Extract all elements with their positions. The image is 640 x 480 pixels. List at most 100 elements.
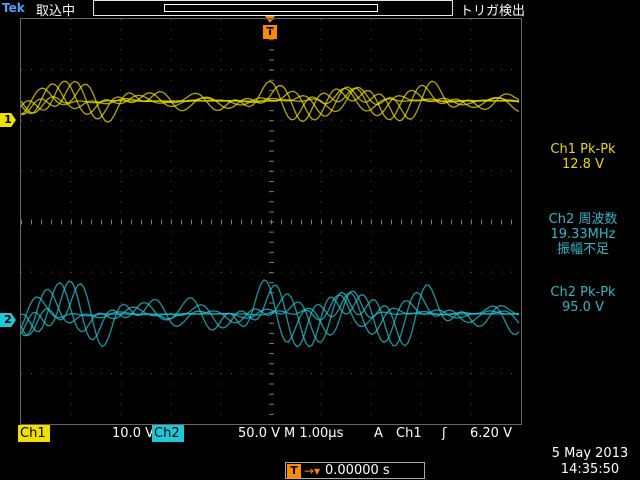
grid-dot — [91, 119, 92, 121]
grid-dot — [120, 332, 122, 334]
grid-dot — [131, 322, 132, 324]
grid-dot — [470, 241, 472, 243]
grid-dot — [470, 231, 472, 233]
grid-dot — [131, 69, 132, 71]
grid-dot — [231, 69, 232, 71]
grid-dot — [120, 201, 122, 203]
grid-dot — [370, 363, 372, 365]
grid-dot — [70, 181, 72, 182]
center-tick — [81, 219, 82, 225]
grid-dot — [120, 363, 122, 365]
grid-dot — [251, 119, 252, 121]
grid-dot — [351, 372, 352, 374]
grid-dot — [441, 322, 442, 324]
grid-dot — [70, 201, 72, 203]
center-tick — [481, 219, 482, 225]
grid-dot — [370, 231, 372, 233]
grid-dot — [41, 170, 42, 172]
grid-dot — [120, 89, 122, 91]
grid-dot — [381, 372, 382, 374]
grid-dot — [120, 343, 122, 344]
grid-dot — [220, 150, 222, 152]
grid-dot — [51, 372, 52, 374]
grid-dot — [431, 119, 432, 121]
grid-dot — [370, 19, 372, 20]
ch2-ground-marker[interactable]: 2 — [0, 313, 16, 327]
grid-dot — [170, 332, 172, 334]
center-tick — [301, 219, 302, 225]
center-tick — [191, 219, 192, 225]
grid-dot — [420, 49, 422, 51]
grid-dot — [370, 140, 372, 142]
grid-dot — [370, 262, 372, 263]
center-tick — [269, 140, 274, 142]
grid-dot — [370, 302, 372, 304]
center-tick — [361, 219, 362, 225]
grid-dot — [411, 322, 412, 324]
grid-dot — [120, 110, 122, 112]
grid-dot — [170, 110, 172, 112]
center-tick — [269, 39, 274, 41]
center-tick — [269, 49, 274, 51]
grid-dot — [61, 322, 62, 324]
center-tick — [461, 219, 462, 225]
grid-dot — [420, 59, 422, 61]
grid-dot — [41, 119, 42, 121]
grid-dot — [21, 322, 22, 324]
grid-dot — [41, 372, 42, 374]
ch1-ground-marker[interactable]: 1 — [0, 113, 16, 127]
grid-dot — [191, 271, 192, 273]
acquisition-status: 取込中 — [36, 4, 76, 19]
grid-dot — [170, 150, 172, 152]
grid-dot — [470, 403, 472, 405]
grid-dot — [201, 69, 202, 71]
center-tick — [269, 413, 274, 415]
grid-dot — [320, 332, 322, 334]
grid-dot — [371, 170, 372, 172]
grid-dot — [220, 211, 222, 213]
grid-dot — [220, 332, 222, 334]
grid-dot — [70, 130, 72, 132]
grid-dot — [420, 353, 422, 355]
grid-dot — [461, 69, 462, 71]
center-tick — [131, 219, 132, 225]
grid-dot — [320, 29, 322, 31]
grid-dot — [191, 372, 192, 374]
center-tick — [21, 219, 22, 225]
grid-dot — [121, 322, 122, 324]
grid-dot — [370, 29, 372, 31]
grid-dot — [470, 130, 472, 132]
grid-dot — [420, 130, 422, 132]
grid-dot — [370, 413, 372, 415]
grid-dot — [221, 170, 222, 172]
center-tick — [269, 262, 274, 263]
center-tick — [269, 150, 274, 152]
grid-dot — [241, 322, 242, 324]
grid-dot — [170, 302, 172, 304]
grid-dot — [320, 292, 322, 294]
center-tick — [269, 231, 274, 233]
grid-dot — [461, 322, 462, 324]
grid-dot — [70, 39, 72, 41]
grid-dot — [451, 271, 452, 273]
grid-dot — [420, 282, 422, 284]
grid-dot — [181, 119, 182, 121]
grid-dot — [321, 372, 322, 374]
grid-dot — [170, 282, 172, 284]
ch1-label[interactable]: Ch1 — [18, 425, 50, 442]
grid-dot — [320, 353, 322, 355]
grid-dot — [470, 49, 472, 51]
grid-dot — [71, 372, 72, 374]
center-tick — [421, 219, 422, 225]
grid-dot — [21, 69, 22, 71]
grid-dot — [301, 271, 302, 273]
grid-dot — [370, 79, 372, 81]
grid-dot — [220, 201, 222, 203]
grid-dot — [170, 241, 172, 243]
grid-dot — [470, 393, 472, 395]
grid-dot — [31, 271, 32, 273]
grid-dot — [370, 282, 372, 284]
grid-dot — [70, 49, 72, 51]
ch2-label[interactable]: Ch2 — [152, 425, 184, 442]
grid-dot — [311, 322, 312, 324]
